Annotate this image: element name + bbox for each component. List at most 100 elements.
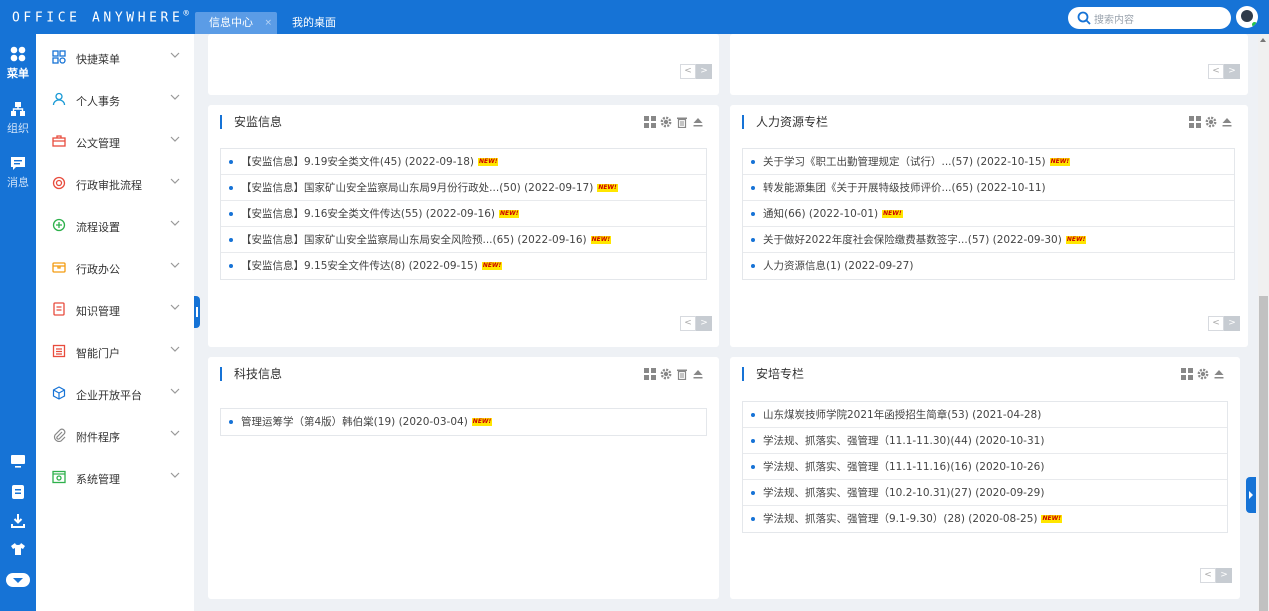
list-item[interactable]: 【安监信息】9.16安全类文件传达(55) (2022-09-16) NEW! (221, 201, 706, 227)
prev-page-button[interactable]: < (1200, 568, 1216, 583)
item-text[interactable]: 【安监信息】9.15安全文件传达(8) (2022-09-15) (241, 260, 478, 272)
nav-message[interactable]: 消息 (0, 155, 36, 190)
nav-label: 消息 (7, 176, 29, 189)
list-item[interactable]: 【安监信息】9.19安全类文件(45) (2022-09-18) NEW! (221, 149, 706, 175)
list-item[interactable]: 【安监信息】国家矿山安全监察局山东局安全风险预...(65) (2022-09-… (221, 227, 706, 253)
new-badge: NEW! (597, 184, 618, 192)
collapse-icon[interactable] (1221, 116, 1233, 128)
logo-text: OFFICE ANYWHERE (12, 10, 184, 26)
prev-page-button[interactable]: < (680, 316, 696, 331)
monitor-icon[interactable] (10, 453, 26, 469)
gear-icon[interactable] (1205, 116, 1217, 128)
list-item[interactable]: 通知(66) (2022-10-01) NEW! (743, 201, 1234, 227)
search-input[interactable]: 搜索内容 (1068, 7, 1231, 29)
gear-icon[interactable] (1197, 368, 1209, 380)
note-icon[interactable] (10, 484, 26, 500)
sidebar-item-label: 个人事务 (76, 95, 120, 108)
tab-my-desktop[interactable]: 我的桌面 (278, 12, 350, 34)
collapse-icon[interactable] (692, 368, 704, 380)
layout-grid-icon[interactable] (1181, 368, 1193, 380)
item-text[interactable]: 学法规、抓落实、强管理（11.1-11.16)(16) (2020-10-26) (763, 461, 1044, 473)
shirt-icon[interactable] (10, 541, 26, 557)
item-text[interactable]: 通知(66) (2022-10-01) (763, 208, 878, 220)
prev-page-button[interactable]: < (1208, 64, 1224, 79)
item-text[interactable]: 人力资源信息(1) (2022-09-27) (763, 260, 913, 272)
sidebar-item-open-platform[interactable]: 企业开放平台 (36, 372, 194, 414)
user-icon (52, 92, 66, 106)
gear-icon[interactable] (660, 116, 672, 128)
right-drawer-toggle[interactable] (1246, 477, 1256, 513)
download-icon[interactable] (10, 513, 26, 529)
sidebar-item-approval[interactable]: 行政审批流程 (36, 162, 194, 204)
layout-grid-icon[interactable] (1189, 116, 1201, 128)
item-text[interactable]: 【安监信息】9.16安全类文件传达(55) (2022-09-16) (241, 208, 495, 220)
paperclip-icon (53, 428, 66, 442)
sidebar-item-label: 系统管理 (76, 473, 120, 486)
list-item[interactable]: 学法规、抓落实、强管理（11.1-11.16)(16) (2020-10-26) (743, 454, 1227, 480)
sidebar-item-label: 流程设置 (76, 221, 120, 234)
nav-label: 组织 (7, 122, 29, 135)
list-item[interactable]: 山东煤炭技师学院2021年函授招生简章(53) (2021-04-28) (743, 402, 1227, 428)
sidebar-item-attachments[interactable]: 附件程序 (36, 414, 194, 456)
list-item[interactable]: 关于学习《职工出勤管理规定（试行）...(57) (2022-10-15) NEW… (743, 149, 1234, 175)
sidebar-item-portal[interactable]: 智能门户 (36, 330, 194, 372)
list-item[interactable]: 【安监信息】国家矿山安全监察局山东局9月份行政处...(50) (2022-09… (221, 175, 706, 201)
layout-grid-icon[interactable] (644, 368, 656, 380)
item-text[interactable]: 关于做好2022年度社会保险缴费基数签字...(57) (2022-09-30) (763, 234, 1062, 246)
sidebar-item-quick-menu[interactable]: 快捷菜单 (36, 36, 194, 78)
online-status-dot (1251, 21, 1258, 28)
more-icon[interactable] (6, 573, 30, 587)
sidebar-item-flow-settings[interactable]: 流程设置 (36, 204, 194, 246)
sidebar-item-admin-office[interactable]: 行政办公 (36, 246, 194, 288)
nav-menu[interactable]: 菜单 (0, 46, 36, 81)
prev-page-button[interactable]: < (680, 64, 696, 79)
next-page-button[interactable]: > (1224, 316, 1240, 331)
item-text[interactable]: 山东煤炭技师学院2021年函授招生简章(53) (2021-04-28) (763, 409, 1041, 421)
sidebar-item-document[interactable]: 公文管理 (36, 120, 194, 162)
layout-grid-icon[interactable] (644, 116, 656, 128)
item-text[interactable]: 学法规、抓落实、强管理（9.1-9.30）(28) (2020-08-25) (763, 513, 1037, 525)
sidebar-item-knowledge[interactable]: 知识管理 (36, 288, 194, 330)
list-item[interactable]: 学法规、抓落实、强管理（9.1-9.30）(28) (2020-08-25) NE… (743, 506, 1227, 532)
item-text[interactable]: 转发能源集团《关于开展特级技师评价...(65) (2022-10-11) (763, 182, 1046, 194)
sidebar-item-system[interactable]: 系统管理 (36, 456, 194, 498)
list-item[interactable]: 关于做好2022年度社会保险缴费基数签字...(57) (2022-09-30)… (743, 227, 1234, 253)
trash-icon[interactable] (676, 368, 688, 380)
scrollbar-thumb[interactable] (1259, 296, 1268, 611)
list-item[interactable]: 【安监信息】9.15安全文件传达(8) (2022-09-15) NEW! (221, 253, 706, 279)
tab-info-center[interactable]: 信息中心 × (195, 12, 277, 34)
item-text[interactable]: 学法规、抓落实、强管理（10.2-10.31)(27) (2020-09-29) (763, 487, 1044, 499)
collapse-icon[interactable] (1213, 368, 1225, 380)
avatar[interactable] (1236, 6, 1258, 28)
sidebar: 快捷菜单 个人事务 公文管理 行政审批流程 流程设置 行政办公 知识管理 智能门… (36, 34, 194, 611)
list-item[interactable]: 学法规、抓落实、强管理（11.1-11.30)(44) (2020-10-31) (743, 428, 1227, 454)
trash-icon[interactable] (676, 116, 688, 128)
item-text[interactable]: 【安监信息】国家矿山安全监察局山东局9月份行政处...(50) (2022-09… (241, 182, 593, 194)
sidebar-collapse-handle[interactable] (194, 296, 200, 328)
next-page-button[interactable]: > (1216, 568, 1232, 583)
item-text[interactable]: 【安监信息】国家矿山安全监察局山东局安全风险预...(65) (2022-09-… (241, 234, 587, 246)
item-text[interactable]: 【安监信息】9.19安全类文件(45) (2022-09-18) (241, 156, 474, 168)
list-item[interactable]: 管理运筹学（第4版）韩伯棠(19) (2020-03-04) NEW! (221, 409, 706, 435)
app-logo[interactable]: OFFICE ANYWHERE® (12, 9, 189, 25)
collapse-icon[interactable] (692, 116, 704, 128)
sidebar-item-personal[interactable]: 个人事务 (36, 78, 194, 120)
next-page-button[interactable]: > (696, 316, 712, 331)
item-text[interactable]: 学法规、抓落实、强管理（11.1-11.30)(44) (2020-10-31) (763, 435, 1044, 447)
prev-page-button[interactable]: < (1208, 316, 1224, 331)
next-page-button[interactable]: > (1224, 64, 1240, 79)
item-text[interactable]: 关于学习《职工出勤管理规定（试行）...(57) (2022-10-15) (763, 156, 1046, 168)
pager: < > (1208, 64, 1240, 79)
nav-org[interactable]: 组织 (0, 101, 36, 136)
list-item[interactable]: 学法规、抓落实、强管理（10.2-10.31)(27) (2020-09-29) (743, 480, 1227, 506)
sidebar-item-label: 行政办公 (76, 263, 120, 276)
close-icon[interactable]: × (264, 12, 272, 34)
list-item[interactable]: 人力资源信息(1) (2022-09-27) (743, 253, 1234, 279)
page-scrollbar[interactable] (1258, 34, 1269, 611)
list-item[interactable]: 转发能源集团《关于开展特级技师评价...(65) (2022-10-11) (743, 175, 1234, 201)
scroll-up-arrow[interactable] (1260, 38, 1266, 42)
next-page-button[interactable]: > (696, 64, 712, 79)
panel-tools (1189, 116, 1233, 128)
item-text[interactable]: 管理运筹学（第4版）韩伯棠(19) (2020-03-04) (241, 416, 468, 428)
gear-icon[interactable] (660, 368, 672, 380)
